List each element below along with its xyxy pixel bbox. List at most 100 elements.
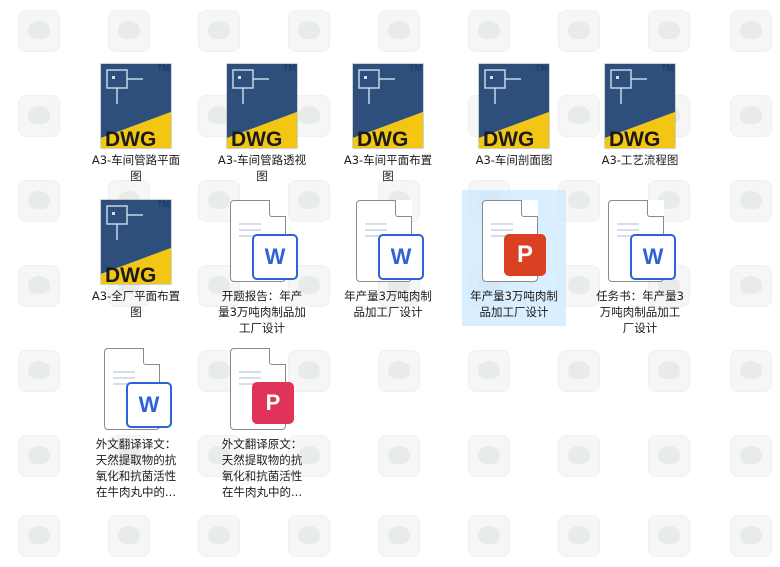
page-line (365, 223, 387, 225)
word-file-icon: W (590, 196, 690, 288)
file-name-line: 天然提取物的抗 (221, 453, 303, 467)
page-fold (269, 348, 286, 365)
watermark-tile (558, 10, 600, 52)
dwg-thumbnail: TM DWG (464, 60, 564, 152)
watermark-tile (730, 95, 772, 137)
file-name-line: 外文翻译译文： (95, 437, 177, 451)
dwg-file-icon: TM DWG (226, 63, 298, 151)
watermark-tile (18, 95, 60, 137)
word-file-icon: W (212, 196, 312, 288)
dwg-file-icon: TM DWG (352, 63, 424, 151)
page-fold (647, 200, 664, 217)
file-name-label: 外文翻译原文： 天然提取物的抗 氧化和抗菌活性 在牛肉丸中的... (204, 436, 320, 500)
watermark-tile (108, 10, 150, 52)
trademark-label: TM (283, 63, 296, 73)
watermark-tile (468, 435, 510, 477)
page-line (617, 229, 639, 231)
dwg-thumbnail: TM DWG (590, 60, 690, 152)
page-line (239, 223, 261, 225)
dwg-thumbnail: TM DWG (86, 60, 186, 152)
watermark-tile (18, 10, 60, 52)
file-name-label: A3-工艺流程图 (582, 152, 698, 168)
file-name-line: 图 (382, 169, 394, 183)
dwg-type-label: DWG (357, 128, 408, 151)
dwg-thumbnail: TM DWG (212, 60, 312, 152)
watermark-tile (108, 515, 150, 557)
word-file-icon: W (86, 344, 186, 436)
file-name-label: A3-车间剖面图 (456, 152, 572, 168)
dwg-type-label: DWG (105, 128, 156, 151)
watermark-tile (468, 10, 510, 52)
watermark-tile (378, 350, 420, 392)
watermark-tile (18, 180, 60, 222)
file-name-label: 外文翻译译文： 天然提取物的抗 氧化和抗菌活性 在牛肉丸中的... (78, 436, 194, 500)
watermark-tile (18, 350, 60, 392)
page-line (491, 229, 513, 231)
watermark-tile (198, 515, 240, 557)
trademark-label: TM (661, 63, 674, 73)
file-name-label: A3-车间管路透视图 (204, 152, 320, 184)
page-line (617, 223, 639, 225)
file-name-line: 图 (256, 169, 268, 183)
watermark-tile (468, 350, 510, 392)
watermark-tile (198, 10, 240, 52)
dwg-type-label: DWG (231, 128, 282, 151)
file-name-label: 年产量3万吨肉制 品加工厂设计 (456, 288, 572, 320)
ppt-file-icon: P (464, 196, 564, 288)
file-name-line: 开题报告：年产 (221, 289, 303, 303)
file-name-label: 开题报告：年产 量3万吨肉制品加 工厂设计 (204, 288, 320, 336)
page-fold (143, 348, 160, 365)
dwg-file-icon: TM DWG (478, 63, 550, 151)
watermark-tile (648, 435, 690, 477)
watermark-tile (648, 10, 690, 52)
file-name-line: A3-工艺流程图 (601, 153, 679, 167)
watermark-tile (18, 435, 60, 477)
page-line (491, 223, 513, 225)
watermark-tile (468, 515, 510, 557)
watermark-tile (730, 435, 772, 477)
file-name-line: 任务书：年产量3 (596, 289, 684, 303)
dwg-file-icon: TM DWG (100, 63, 172, 151)
watermark-tile (18, 265, 60, 307)
watermark-tile (18, 515, 60, 557)
file-name-line: A3-车间管路透视 (217, 153, 307, 167)
file-name-label: 年产量3万吨肉制 品加工厂设计 (330, 288, 446, 320)
file-name-label: A3-车间平面布置图 (330, 152, 446, 184)
page-line (113, 377, 135, 379)
page-fold (521, 200, 538, 217)
pdf-icon: P (252, 382, 294, 424)
watermark-tile (648, 350, 690, 392)
dwg-type-label: DWG (105, 264, 156, 287)
file-name-line: 在牛肉丸中的... (222, 485, 302, 499)
file-name-line: A3-车间平面布置 (343, 153, 433, 167)
watermark-tile (378, 515, 420, 557)
file-name-line: 天然提取物的抗 (95, 453, 177, 467)
powerpoint-icon: P (504, 234, 546, 276)
watermark-tile (558, 435, 600, 477)
watermark-tile (730, 265, 772, 307)
word-icon: W (126, 382, 172, 428)
file-name-line: 图 (130, 169, 142, 183)
page-fold (395, 200, 412, 217)
file-name-line: 氧化和抗菌活性 (95, 469, 177, 483)
page-fold (269, 200, 286, 217)
watermark-tile (648, 515, 690, 557)
watermark-tile (378, 10, 420, 52)
page-line (113, 371, 135, 373)
file-name-line: A3-车间管路平面 (91, 153, 181, 167)
page-line (239, 371, 261, 373)
trademark-label: TM (535, 63, 548, 73)
file-name-line: A3-车间剖面图 (475, 153, 553, 167)
file-name-line: 氧化和抗菌活性 (221, 469, 303, 483)
watermark-tile (558, 515, 600, 557)
file-name-line: 外文翻译原文： (221, 437, 303, 451)
page-line (365, 229, 387, 231)
dwg-thumbnail: TM DWG (86, 196, 186, 288)
file-name-line: 在牛肉丸中的... (96, 485, 176, 499)
file-name-line: 万吨肉制品加工 (599, 305, 681, 319)
watermark-tile (730, 515, 772, 557)
file-name-line: 量3万吨肉制品加 (218, 305, 306, 319)
file-name-line: 品加工厂设计 (353, 305, 423, 319)
watermark-tile (288, 515, 330, 557)
trademark-label: TM (157, 199, 170, 209)
